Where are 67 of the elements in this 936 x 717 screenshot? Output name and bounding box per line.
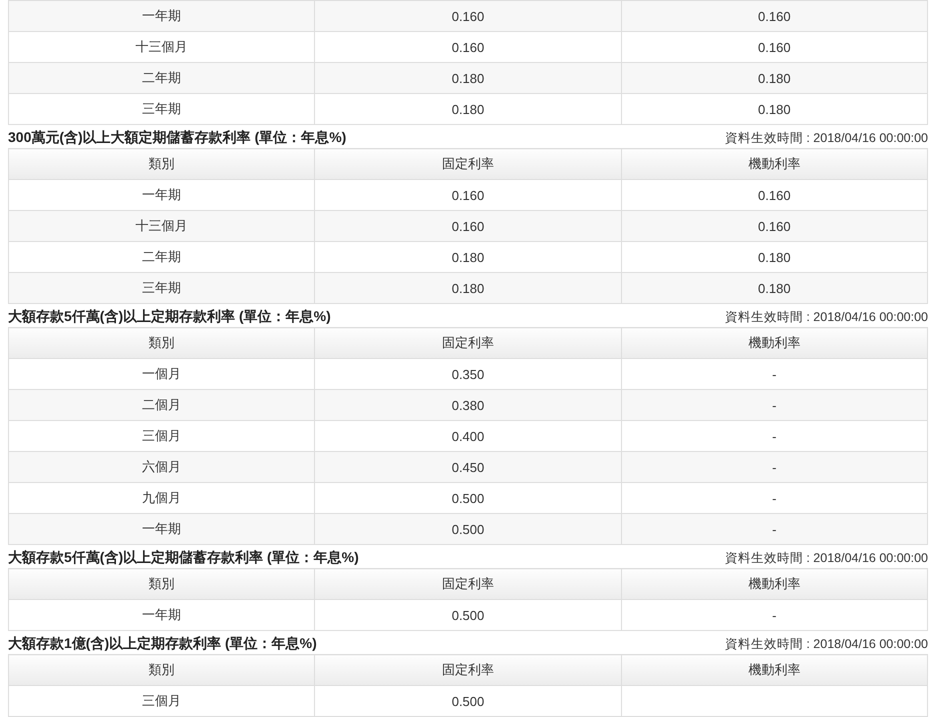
column-header: 類別	[8, 148, 315, 180]
effective-time: 資料生效時間 : 2018/04/16 00:00:00	[724, 636, 928, 653]
table-cell: 二個月	[8, 390, 315, 420]
table-cell: 九個月	[8, 482, 315, 514]
table-cell: 0.500	[314, 686, 622, 716]
table-cell: 0.180	[621, 94, 928, 124]
table-cell: 0.160	[621, 210, 928, 242]
table-cell: -	[621, 390, 928, 420]
table-cell: 0.160	[314, 32, 622, 62]
column-header: 機動利率	[621, 148, 928, 180]
table-cell: 0.160	[621, 32, 928, 62]
column-header: 固定利率	[314, 148, 622, 180]
table-cell: 0.180	[621, 272, 928, 304]
table-cell: 三年期	[8, 94, 315, 124]
column-header: 固定利率	[314, 328, 622, 358]
effective-time: 資料生效時間 : 2018/04/16 00:00:00	[724, 130, 928, 147]
table-cell: 一年期	[8, 514, 315, 544]
table-title: 300萬元(含)以上大額定期儲蓄存款利率 (單位：年息%)	[8, 129, 346, 147]
table-cell: -	[621, 358, 928, 390]
table-cell: 一年期	[8, 0, 315, 32]
table-cell: 一年期	[8, 600, 315, 630]
table-cell: 0.500	[314, 600, 622, 630]
table-cell: 十三個月	[8, 32, 315, 62]
table-cell: 0.500	[314, 482, 622, 514]
table-cell: 一個月	[8, 358, 315, 390]
table-cell: -	[621, 420, 928, 452]
table-cell: 0.180	[314, 62, 622, 94]
column-header: 機動利率	[621, 654, 928, 686]
column-header: 固定利率	[314, 568, 622, 600]
table-cell: 0.500	[314, 514, 622, 544]
table-cell: -	[621, 452, 928, 482]
table-title: 大額存款5仟萬(含)以上定期儲蓄存款利率 (單位：年息%)	[8, 549, 359, 567]
table-cell: 0.350	[314, 358, 622, 390]
table-cell: 0.160	[621, 180, 928, 210]
table-cell: 0.380	[314, 390, 622, 420]
table-cell: 三年期	[8, 272, 315, 304]
table-cell: -	[621, 482, 928, 514]
column-header: 類別	[8, 568, 315, 600]
table-cell: 0.160	[621, 0, 928, 32]
table-cell: -	[621, 514, 928, 544]
table-cell: 0.180	[621, 62, 928, 94]
table-cell: 0.180	[314, 242, 622, 272]
table-cell: 二年期	[8, 242, 315, 272]
table-cell: 0.450	[314, 452, 622, 482]
column-header: 機動利率	[621, 568, 928, 600]
table-cell: 0.180	[621, 242, 928, 272]
effective-time: 資料生效時間 : 2018/04/16 00:00:00	[724, 309, 928, 326]
table-cell: 0.180	[314, 272, 622, 304]
table-cell: 三個月	[8, 420, 315, 452]
table-cell: 0.160	[314, 210, 622, 242]
table-cell: -	[621, 600, 928, 630]
column-header: 固定利率	[314, 654, 622, 686]
table-cell: 十三個月	[8, 210, 315, 242]
table-title: 大額存款5仟萬(含)以上定期存款利率 (單位：年息%)	[8, 308, 331, 326]
column-header: 類別	[8, 654, 315, 686]
table-cell: 0.400	[314, 420, 622, 452]
column-header: 類別	[8, 328, 315, 358]
table-cell: 0.180	[314, 94, 622, 124]
table-cell: 0.160	[314, 0, 622, 32]
table-cell: 0.160	[314, 180, 622, 210]
effective-time: 資料生效時間 : 2018/04/16 00:00:00	[724, 550, 928, 567]
table-title: 大額存款1億(含)以上定期存款利率 (單位：年息%)	[8, 635, 317, 653]
table-cell: 六個月	[8, 452, 315, 482]
table-cell: 三個月	[8, 686, 315, 716]
column-header: 機動利率	[621, 328, 928, 358]
table-cell: 一年期	[8, 180, 315, 210]
table-cell: 二年期	[8, 62, 315, 94]
